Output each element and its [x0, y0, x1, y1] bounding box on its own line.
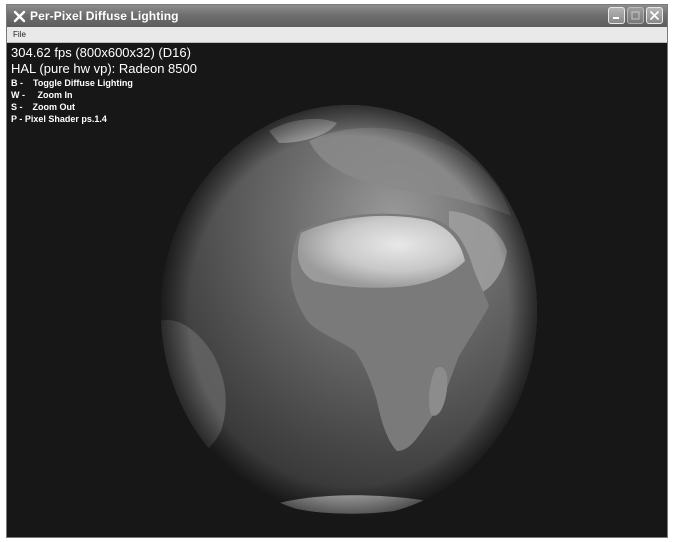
- fps-readout: 304.62 fps (800x600x32) (D16): [11, 45, 191, 60]
- dx-logo-icon[interactable]: [12, 9, 26, 23]
- window-title: Per-Pixel Diffuse Lighting: [30, 9, 179, 23]
- maximize-icon: [631, 11, 640, 20]
- help-line-lighting: B - Toggle Diffuse Lighting: [11, 78, 133, 88]
- render-viewport[interactable]: 304.62 fps (800x600x32) (D16) HAL (pure …: [7, 43, 667, 537]
- app-window: Per-Pixel Diffuse Lighting File 304.62 f…: [6, 4, 668, 538]
- minimize-button[interactable]: [608, 7, 625, 24]
- close-icon: [650, 11, 659, 20]
- minimize-icon: [613, 17, 619, 19]
- earth-globe: [161, 105, 537, 517]
- help-line-zoom-in: W - Zoom In: [11, 90, 73, 100]
- maximize-button[interactable]: [627, 7, 644, 24]
- device-readout: HAL (pure hw vp): Radeon 8500: [11, 61, 197, 76]
- menu-file[interactable]: File: [9, 30, 30, 39]
- close-button[interactable]: [646, 7, 663, 24]
- window-controls: [608, 7, 663, 24]
- menu-bar: File: [7, 27, 667, 43]
- title-bar[interactable]: Per-Pixel Diffuse Lighting: [7, 5, 667, 27]
